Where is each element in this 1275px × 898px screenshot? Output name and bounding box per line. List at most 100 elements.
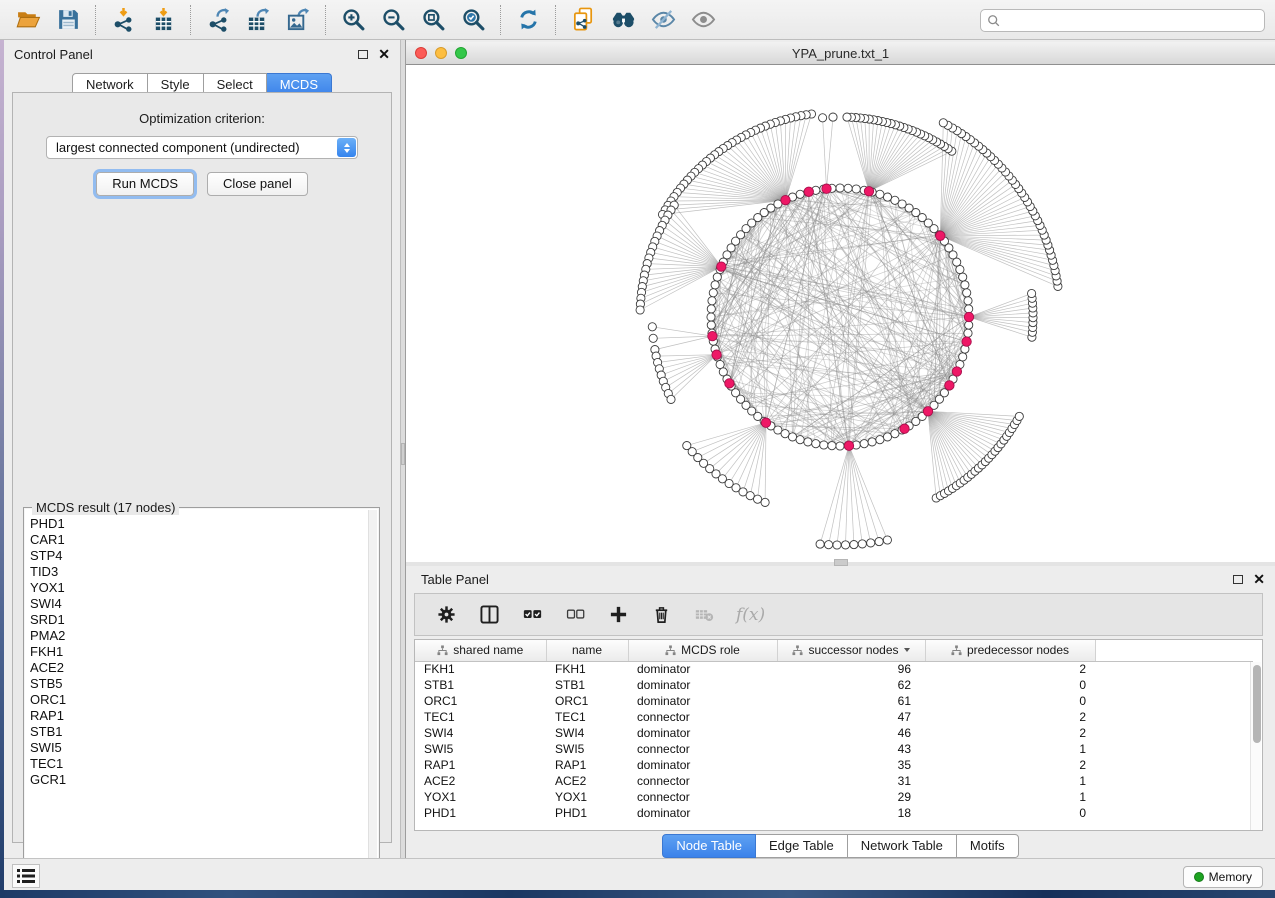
- import-network-icon[interactable]: [103, 3, 143, 37]
- show-task-history-button[interactable]: [12, 864, 40, 888]
- graph-node[interactable]: [761, 418, 770, 427]
- graph-node[interactable]: [709, 289, 717, 297]
- column-panel-icon[interactable]: [478, 604, 500, 626]
- mcds-result-item[interactable]: STB5: [30, 676, 367, 692]
- graph-node[interactable]: [964, 297, 972, 305]
- search-input[interactable]: [1001, 11, 1264, 30]
- graph-node[interactable]: [843, 113, 851, 121]
- table-row[interactable]: SWI4SWI4dominator462: [415, 725, 1253, 741]
- float-panel-icon[interactable]: [358, 50, 368, 59]
- clone-network-icon[interactable]: [563, 3, 603, 37]
- graph-node[interactable]: [796, 190, 804, 198]
- graph-node[interactable]: [746, 492, 754, 500]
- tab-edge-table[interactable]: Edge Table: [756, 834, 848, 858]
- table-row[interactable]: ACE2ACE2connector311: [415, 773, 1253, 789]
- graph-node[interactable]: [936, 231, 945, 240]
- graph-node[interactable]: [804, 187, 813, 196]
- graph-node[interactable]: [945, 381, 954, 390]
- graph-node[interactable]: [883, 193, 891, 201]
- hide-graphics-details-icon[interactable]: [643, 3, 683, 37]
- graph-node[interactable]: [844, 184, 852, 192]
- graph-node[interactable]: [754, 495, 762, 503]
- graph-node[interactable]: [649, 334, 657, 342]
- graph-node[interactable]: [788, 433, 796, 441]
- close-panel-icon[interactable]: ✕: [1253, 572, 1265, 586]
- tab-node-table[interactable]: Node Table: [662, 834, 756, 858]
- mcds-result-item[interactable]: STB1: [30, 724, 367, 740]
- export-image-icon[interactable]: [278, 3, 318, 37]
- column-header-name[interactable]: name: [546, 640, 628, 661]
- memory-button[interactable]: Memory: [1183, 866, 1263, 888]
- network-search-box[interactable]: [980, 9, 1265, 32]
- export-network-icon[interactable]: [198, 3, 238, 37]
- graph-node[interactable]: [852, 185, 860, 193]
- graph-node[interactable]: [711, 281, 719, 289]
- graph-node[interactable]: [963, 289, 971, 297]
- graph-node[interactable]: [875, 538, 883, 546]
- graph-node[interactable]: [812, 440, 820, 448]
- table-row[interactable]: ORC1ORC1dominator610: [415, 693, 1253, 709]
- mcds-result-item[interactable]: RAP1: [30, 708, 367, 724]
- graph-node[interactable]: [864, 187, 873, 196]
- mcds-result-item[interactable]: PMA2: [30, 628, 367, 644]
- graph-node[interactable]: [1015, 412, 1023, 420]
- mcds-result-scrollbar[interactable]: [368, 510, 377, 874]
- mcds-result-item[interactable]: ACE2: [30, 660, 367, 676]
- graph-node[interactable]: [876, 190, 884, 198]
- graph-node[interactable]: [959, 273, 967, 281]
- graph-node[interactable]: [833, 541, 841, 549]
- graph-node[interactable]: [822, 184, 831, 193]
- graph-node[interactable]: [964, 329, 972, 337]
- graph-node[interactable]: [923, 407, 932, 416]
- graph-node[interactable]: [712, 350, 721, 359]
- open-file-icon[interactable]: [8, 3, 48, 37]
- tab-network-table[interactable]: Network Table: [848, 834, 957, 858]
- graph-node[interactable]: [867, 539, 875, 547]
- graph-node[interactable]: [836, 184, 844, 192]
- refresh-icon[interactable]: [508, 3, 548, 37]
- graph-node[interactable]: [796, 436, 804, 444]
- splitter-grip[interactable]: [401, 443, 405, 465]
- select-all-icon[interactable]: [521, 604, 543, 626]
- mcds-result-item[interactable]: SWI4: [30, 596, 367, 612]
- graph-node[interactable]: [965, 321, 973, 329]
- network-canvas[interactable]: [406, 65, 1275, 562]
- graph-node[interactable]: [841, 541, 849, 549]
- table-row[interactable]: SWI5SWI5connector431: [415, 741, 1253, 757]
- table-settings-gear-icon[interactable]: [435, 604, 457, 626]
- delete-column-icon[interactable]: [650, 604, 672, 626]
- run-mcds-button[interactable]: Run MCDS: [96, 172, 194, 196]
- graph-node[interactable]: [964, 312, 973, 321]
- save-session-icon[interactable]: [48, 3, 88, 37]
- graph-node[interactable]: [781, 195, 790, 204]
- zoom-in-icon[interactable]: [333, 3, 373, 37]
- graph-node[interactable]: [816, 540, 824, 548]
- table-scrollbar[interactable]: [1250, 662, 1261, 831]
- mcds-result-item[interactable]: GCR1: [30, 772, 367, 788]
- mcds-result-item[interactable]: STP4: [30, 548, 367, 564]
- graph-node[interactable]: [1028, 289, 1036, 297]
- graph-node[interactable]: [761, 498, 769, 506]
- add-column-icon[interactable]: [607, 604, 629, 626]
- splitter-grip[interactable]: [834, 559, 848, 566]
- graph-node[interactable]: [804, 438, 812, 446]
- import-table-icon[interactable]: [143, 3, 183, 37]
- criterion-select[interactable]: largest connected component (undirected): [46, 136, 358, 159]
- mcds-result-item[interactable]: TID3: [30, 564, 367, 580]
- table-row[interactable]: RAP1RAP1dominator352: [415, 757, 1253, 773]
- graph-node[interactable]: [962, 337, 971, 346]
- graph-node[interactable]: [707, 321, 715, 329]
- graph-node[interactable]: [667, 395, 675, 403]
- graph-node[interactable]: [900, 424, 909, 433]
- graph-node[interactable]: [829, 113, 837, 121]
- mcds-result-item[interactable]: YOX1: [30, 580, 367, 596]
- graph-node[interactable]: [959, 353, 967, 361]
- zoom-fit-icon[interactable]: [413, 3, 453, 37]
- close-panel-icon[interactable]: ✕: [378, 47, 390, 61]
- close-panel-button[interactable]: Close panel: [207, 172, 308, 196]
- graph-node[interactable]: [819, 114, 827, 122]
- mcds-result-item[interactable]: ORC1: [30, 692, 367, 708]
- deselect-all-icon[interactable]: [564, 604, 586, 626]
- graph-node[interactable]: [636, 306, 644, 314]
- graph-node[interactable]: [836, 442, 844, 450]
